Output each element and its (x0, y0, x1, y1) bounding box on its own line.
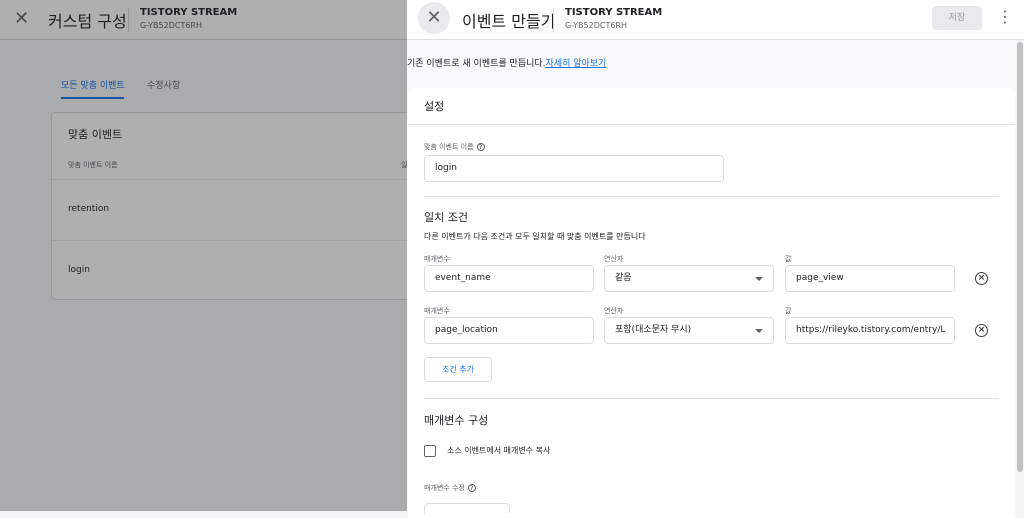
help-icon[interactable]: ? (467, 484, 476, 492)
scrollbar-thumb[interactable] (1017, 42, 1023, 472)
section-divider (424, 398, 999, 399)
intro-text: 기존 이벤트로 새 이벤트를 만듭니다.자세히 알아보기 (407, 56, 606, 69)
parameter-label: 매개변수 (424, 307, 450, 315)
close-icon[interactable]: ✕ (418, 2, 450, 34)
panel-header: ✕ 이벤트 만들기 TISTORY STREAM G-YB52DCT6RH 저장… (407, 0, 1024, 40)
panel-stream-name: TISTORY STREAM (565, 7, 663, 18)
match-conditions-description: 다른 이벤트가 다음 조건과 모두 일치할 때 맞춤 이벤트를 만듭니다 (424, 232, 646, 241)
operator-value: 같음 (615, 273, 632, 283)
operator-label: 연산자 (604, 307, 624, 315)
value-label: 값 (785, 255, 792, 263)
event-name-label-text: 맞춤 이벤트 이름 (424, 143, 474, 151)
operator-select[interactable]: 포함(대소문자 무시) (604, 317, 774, 344)
header-divider (553, 8, 554, 32)
copy-params-checkbox[interactable] (424, 445, 436, 457)
settings-card: 설정 맞춤 이벤트 이름? login 일치 조건 다른 이벤트가 다음 조건과… (408, 88, 1015, 518)
remove-condition-icon[interactable]: × (975, 272, 988, 285)
card-divider (408, 124, 1015, 125)
event-name-field[interactable]: login (424, 155, 724, 182)
help-icon[interactable]: ? (476, 143, 485, 151)
operator-value: 포함(대소문자 무시) (615, 325, 692, 335)
parameter-label: 매개변수 (424, 255, 450, 263)
event-name-label: 맞춤 이벤트 이름? (424, 142, 485, 152)
operator-select[interactable]: 같음 (604, 265, 774, 292)
operator-label: 연산자 (604, 255, 624, 263)
settings-title: 설정 (424, 100, 445, 113)
edit-params-button[interactable] (424, 503, 510, 513)
section-divider (424, 196, 999, 197)
value-label: 값 (785, 307, 792, 315)
dropdown-arrow-icon (755, 277, 763, 281)
more-vert-icon[interactable]: ⋮ (997, 7, 1013, 27)
scrollbar[interactable] (1016, 40, 1024, 511)
dropdown-arrow-icon (755, 329, 763, 333)
parameter-field[interactable]: event_name (424, 265, 594, 292)
learn-more-link[interactable]: 자세히 알아보기 (546, 59, 607, 69)
copy-params-label: 소스 이벤트에서 매개변수 복사 (447, 446, 551, 455)
parameter-field[interactable]: page_location (424, 317, 594, 344)
remove-condition-icon[interactable]: × (975, 324, 988, 337)
value-field[interactable]: page_view (785, 265, 955, 292)
match-conditions-title: 일치 조건 (424, 211, 468, 224)
intro-description: 기존 이벤트로 새 이벤트를 만듭니다. (407, 59, 546, 69)
panel-stream-id: G-YB52DCT6RH (565, 21, 627, 30)
param-edit-label: 매개변수 수정? (424, 483, 476, 493)
value-field[interactable]: https://rileyko.tistory.com/entry/L (785, 317, 955, 344)
param-edit-label-text: 매개변수 수정 (424, 484, 465, 492)
add-condition-button[interactable]: 조건 추가 (424, 357, 492, 382)
save-button[interactable]: 저장 (932, 6, 982, 30)
panel-title: 이벤트 만들기 (462, 12, 556, 31)
parameter-config-title: 매개변수 구성 (424, 414, 489, 427)
create-event-panel: ✕ 이벤트 만들기 TISTORY STREAM G-YB52DCT6RH 저장… (407, 0, 1024, 518)
